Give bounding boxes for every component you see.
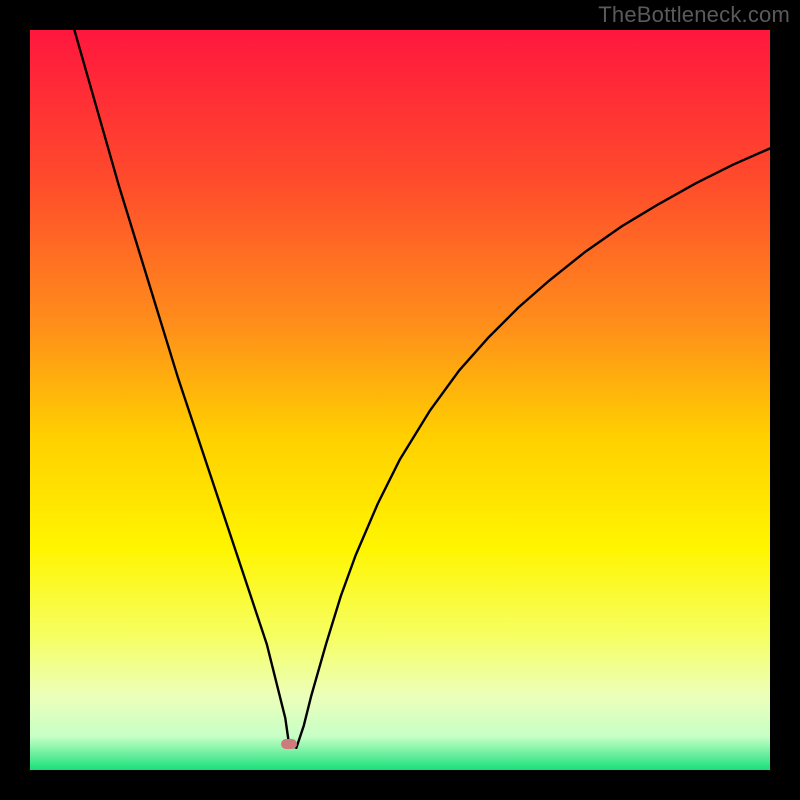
plot-area [30,30,770,770]
chart-frame: TheBottleneck.com [0,0,800,800]
watermark-text: TheBottleneck.com [598,2,790,28]
optimal-point-marker [281,739,297,749]
chart-svg [30,30,770,770]
gradient-background [30,30,770,770]
